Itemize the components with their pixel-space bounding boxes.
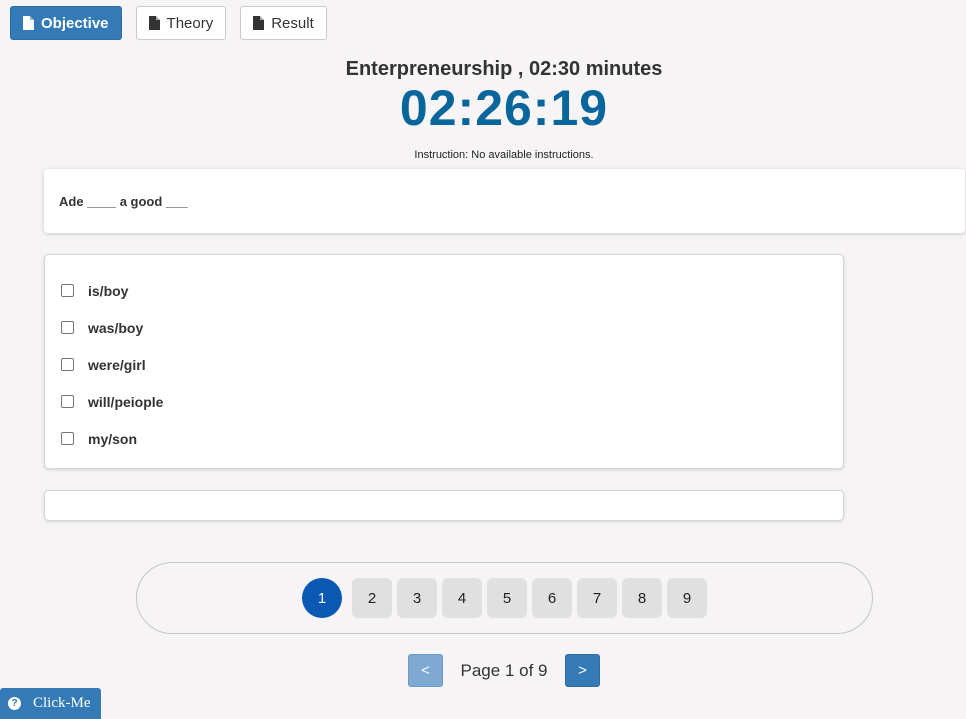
tab-objective[interactable]: Objective [10, 6, 122, 40]
page-button-2[interactable]: 2 [352, 578, 392, 618]
question-pagination: 1 2 3 4 5 6 7 8 9 [136, 562, 873, 634]
countdown-timer: 02:26:19 [399, 80, 609, 136]
help-label: Click-Me [33, 695, 91, 711]
question-card: Ade ____ a good ___ [44, 169, 965, 233]
option-item[interactable]: was/boy [61, 309, 843, 346]
option-checkbox[interactable] [61, 321, 74, 334]
option-item[interactable]: my/son [61, 420, 843, 457]
option-checkbox[interactable] [61, 358, 74, 371]
question-circle-icon: ? [8, 697, 21, 710]
option-checkbox[interactable] [61, 395, 74, 408]
option-item[interactable]: will/peiople [61, 383, 843, 420]
tab-bar: Objective Theory Result [10, 6, 327, 40]
page-button-7[interactable]: 7 [577, 578, 617, 618]
tab-label: Result [271, 14, 314, 32]
option-checkbox[interactable] [61, 284, 74, 297]
tab-theory[interactable]: Theory [135, 6, 227, 40]
page-button-4[interactable]: 4 [442, 578, 482, 618]
page-button-6[interactable]: 6 [532, 578, 572, 618]
option-label: was/boy [88, 319, 144, 336]
option-label: will/peiople [88, 393, 164, 410]
file-icon [253, 16, 265, 30]
tab-label: Objective [41, 14, 109, 32]
option-label: were/girl [88, 356, 146, 373]
tab-result[interactable]: Result [240, 6, 327, 40]
page-button-9[interactable]: 9 [667, 578, 707, 618]
option-checkbox[interactable] [61, 432, 74, 445]
page-button-5[interactable]: 5 [487, 578, 527, 618]
page-navigation: < Page 1 of 9 > [408, 654, 600, 687]
page-info: Page 1 of 9 [460, 660, 548, 680]
file-icon [148, 16, 160, 30]
page-button-1[interactable]: 1 [302, 578, 342, 618]
exam-header: Enterpreneurship , 02:30 minutes 02:26:1… [0, 56, 966, 161]
option-label: my/son [88, 430, 138, 447]
option-item[interactable]: were/girl [61, 346, 843, 383]
help-button[interactable]: ? Click-Me [0, 688, 101, 719]
page-button-3[interactable]: 3 [397, 578, 437, 618]
instruction-text: Instruction: No available instructions. [414, 149, 594, 161]
question-text: Ade ____ a good ___ [59, 193, 188, 209]
option-label: is/boy [88, 282, 129, 299]
tab-label: Theory [166, 14, 214, 32]
option-item[interactable]: is/boy [61, 272, 843, 309]
page-button-8[interactable]: 8 [622, 578, 662, 618]
next-button[interactable]: > [565, 654, 600, 687]
previous-button[interactable]: < [408, 654, 443, 687]
answer-feedback-box [44, 490, 844, 521]
subject-title: Enterpreneurship , 02:30 minutes [345, 58, 663, 80]
file-icon [23, 16, 34, 30]
exam-page: Objective Theory Result Enterpreneurship… [0, 0, 966, 719]
options-card: is/boy was/boy were/girl will/peiople my… [44, 254, 844, 469]
